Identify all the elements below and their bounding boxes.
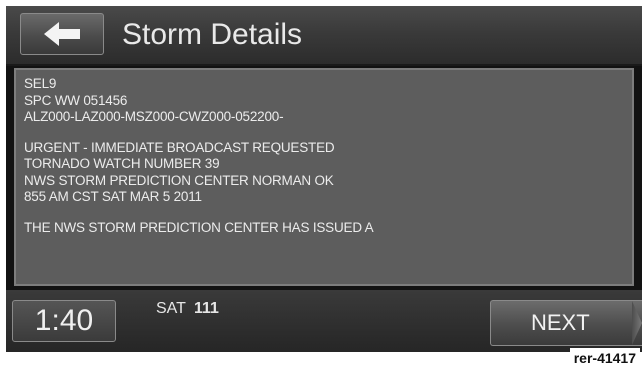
message-line: TORNADO WATCH NUMBER 39: [24, 156, 220, 171]
message-line: THE NWS STORM PREDICTION CENTER HAS ISSU…: [24, 219, 374, 235]
next-arrow-icon: [632, 301, 642, 345]
header-bar: Storm Details: [6, 6, 642, 66]
left-arrow-icon: [44, 22, 80, 46]
message-line: SEL9: [24, 76, 57, 91]
message-line: 855 AM CST SAT MAR 5 2011: [24, 189, 202, 204]
reference-code: rer-41417: [569, 348, 640, 368]
message-line: ALZ000-LAZ000-MSZ000-CWZ000-052200-: [24, 109, 284, 124]
band-label: SAT: [156, 300, 186, 317]
message-line: SPC WW 051456: [24, 92, 128, 108]
clock-display[interactable]: 1:40: [12, 300, 116, 342]
next-button-label: NEXT: [531, 310, 590, 335]
radio-screen: Storm Details SEL9 SPC WW 051456 ALZ000-…: [6, 6, 642, 352]
message-line: URGENT - IMMEDIATE BROADCAST REQUESTED: [24, 139, 335, 155]
footer-bar: 1:40 SAT 111 NEXT: [6, 290, 642, 352]
next-button[interactable]: NEXT: [490, 300, 642, 346]
back-button[interactable]: [20, 13, 104, 55]
channel-number: 111: [193, 300, 219, 317]
message-panel[interactable]: SEL9 SPC WW 051456 ALZ000-LAZ000-MSZ000-…: [14, 68, 634, 286]
channel-indicator: SAT 111: [156, 296, 219, 322]
page-title: Storm Details: [122, 18, 303, 51]
message-line: NWS STORM PREDICTION CENTER NORMAN OK: [24, 172, 334, 188]
